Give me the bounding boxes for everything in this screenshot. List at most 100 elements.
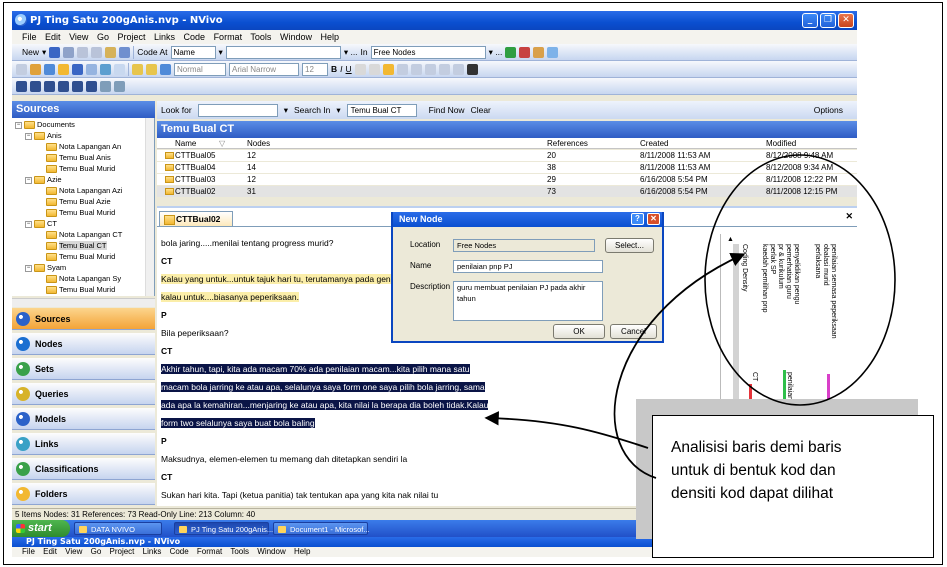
tree-item[interactable]: − Azie	[25, 174, 62, 185]
code-at-name-input[interactable]	[225, 45, 341, 59]
new-dropdown-arrow-icon[interactable]: ▾	[42, 47, 46, 58]
menu2-project[interactable]: Project	[110, 547, 135, 556]
search-in-button[interactable]: Search In	[294, 105, 330, 115]
copy-icon[interactable]	[91, 46, 103, 58]
zoom-icon[interactable]	[86, 63, 97, 75]
menu2-code[interactable]: Code	[170, 547, 189, 556]
font-color-icon[interactable]	[354, 63, 366, 75]
menu-window[interactable]: Window	[280, 32, 312, 42]
menu-project[interactable]: Project	[117, 32, 145, 42]
font-size-select[interactable]: 12	[302, 62, 328, 76]
column-references[interactable]: References	[547, 138, 588, 149]
code-at-dropdown-icon[interactable]: ▾	[219, 47, 223, 58]
document-tab[interactable]: CTTBual02	[159, 211, 234, 226]
code-icon[interactable]	[505, 46, 517, 58]
list-view-icon[interactable]	[16, 63, 27, 75]
find-icon[interactable]	[466, 63, 478, 75]
nav-button-sets[interactable]: Sets	[12, 358, 155, 380]
table-row[interactable]: CTTBual04 14 38 8/11/2008 11:53 AM 8/12/2008…	[157, 162, 857, 173]
tree-item[interactable]: Temu Bual Azie	[46, 196, 111, 207]
dialog-help-button[interactable]: ?	[631, 213, 644, 225]
bullets-icon[interactable]	[452, 63, 464, 75]
menu-code[interactable]: Code	[184, 32, 206, 42]
align-right-icon[interactable]	[410, 63, 422, 75]
node-icon[interactable]	[547, 46, 559, 58]
tree-item[interactable]: − Syam	[25, 262, 66, 273]
ok-button[interactable]: OK	[553, 324, 605, 339]
properties-icon[interactable]	[30, 63, 41, 75]
menu-view[interactable]: View	[69, 32, 88, 42]
nav-button-sources[interactable]: Sources	[12, 308, 155, 330]
find-now-button[interactable]: Find Now	[429, 105, 465, 115]
node-name-input[interactable]: penilaian pnp PJ	[453, 260, 603, 273]
play-icon[interactable]	[100, 80, 111, 92]
refresh-icon[interactable]	[44, 63, 55, 75]
menu2-edit[interactable]: Edit	[43, 547, 57, 556]
justify-icon[interactable]	[424, 63, 436, 75]
tree-item[interactable]: Temu Bual Murid	[46, 284, 115, 295]
clear-button[interactable]: Clear	[471, 105, 491, 115]
annotation-icon[interactable]	[146, 63, 157, 75]
tree-vertical-scrollbar[interactable]	[145, 118, 154, 296]
menu-help[interactable]: Help	[320, 32, 339, 42]
tree-item[interactable]: Temu Bual Murid	[46, 251, 115, 262]
menu2-links[interactable]: Links	[143, 547, 162, 556]
stripes-scroll-up-icon[interactable]: ▲	[727, 236, 734, 243]
menu-edit[interactable]: Edit	[45, 32, 61, 42]
column-modified[interactable]: Modified	[766, 138, 796, 149]
table-row[interactable]: CTTBual05 12 20 8/11/2008 11:53 AM 8/12/2008…	[157, 150, 857, 161]
code-at-field[interactable]: Name	[170, 45, 216, 59]
border-icon[interactable]	[368, 63, 380, 75]
taskbar-item-nvivo[interactable]: PJ Ting Satu 200gAnis...	[174, 522, 273, 535]
nav-button-queries[interactable]: Queries	[12, 383, 155, 405]
tree-expander-icon[interactable]: −	[25, 132, 32, 140]
grid-view-icon[interactable]	[16, 80, 27, 92]
column-name[interactable]: Name	[175, 138, 196, 149]
tree-item[interactable]: Nota Lapangan CT	[46, 229, 122, 240]
menu2-help[interactable]: Help	[294, 547, 310, 556]
print-icon[interactable]	[63, 46, 75, 58]
search-in-field[interactable]: Temu Bual CT	[346, 103, 417, 117]
select-button[interactable]: Select...	[605, 238, 654, 253]
start-button[interactable]: start	[12, 520, 70, 537]
back-icon[interactable]	[114, 80, 125, 92]
align-center-icon[interactable]	[396, 63, 408, 75]
underline-button[interactable]: U	[346, 64, 352, 74]
link-icon[interactable]	[114, 63, 125, 75]
table-row[interactable]: CTTBual02 31 73 6/16/2008 5:54 PM 8/11/2008 …	[157, 186, 857, 197]
tree-expander-icon[interactable]: −	[25, 176, 32, 184]
see-also-icon[interactable]	[160, 63, 171, 75]
menu-links[interactable]: Links	[154, 32, 175, 42]
nav-button-folders[interactable]: Folders	[12, 483, 155, 505]
table-row[interactable]: CTTBual03 12 29 6/16/2008 5:54 PM 8/11/2008 …	[157, 174, 857, 185]
tree-item[interactable]: Temu Bual Anis	[46, 152, 111, 163]
align-left-icon[interactable]	[382, 63, 394, 75]
menu-file[interactable]: File	[22, 32, 37, 42]
new-button[interactable]: New	[22, 47, 39, 57]
tree-expander-icon[interactable]: −	[15, 121, 22, 129]
menu2-tools[interactable]: Tools	[230, 547, 249, 556]
column-created[interactable]: Created	[640, 138, 668, 149]
paste-icon[interactable]	[105, 46, 117, 58]
matrix-view-icon[interactable]	[72, 80, 83, 92]
italic-button[interactable]: I	[340, 64, 342, 74]
column-nodes[interactable]: Nodes	[247, 138, 270, 149]
menu2-go[interactable]: Go	[91, 547, 102, 556]
tree-item[interactable]: Temu Bual Murid	[46, 207, 115, 218]
nav-button-nodes[interactable]: Nodes	[12, 333, 155, 355]
chart-view-icon[interactable]	[44, 80, 55, 92]
cancel-button[interactable]: Cancel	[610, 324, 657, 339]
save-icon[interactable]	[49, 46, 61, 58]
taskbar-item-word[interactable]: Document1 - Microsof...	[273, 522, 370, 535]
look-for-dropdown-icon[interactable]: ▾	[284, 105, 288, 116]
in-vivo-icon[interactable]	[533, 46, 545, 58]
detail-view-icon[interactable]	[86, 80, 97, 92]
close-button[interactable]: ✕	[838, 13, 854, 28]
tree-item[interactable]: Nota Lapangan An	[46, 141, 121, 152]
tree-item[interactable]: Nota Lapangan Sy	[46, 273, 121, 284]
coding-stripes-icon[interactable]	[58, 63, 69, 75]
search-in-dropdown-icon[interactable]: ▾	[336, 105, 340, 116]
tree-item[interactable]: − CT	[25, 218, 57, 229]
memo-icon[interactable]	[132, 63, 143, 75]
tree-item[interactable]: Nota Lapangan Azi	[46, 185, 122, 196]
